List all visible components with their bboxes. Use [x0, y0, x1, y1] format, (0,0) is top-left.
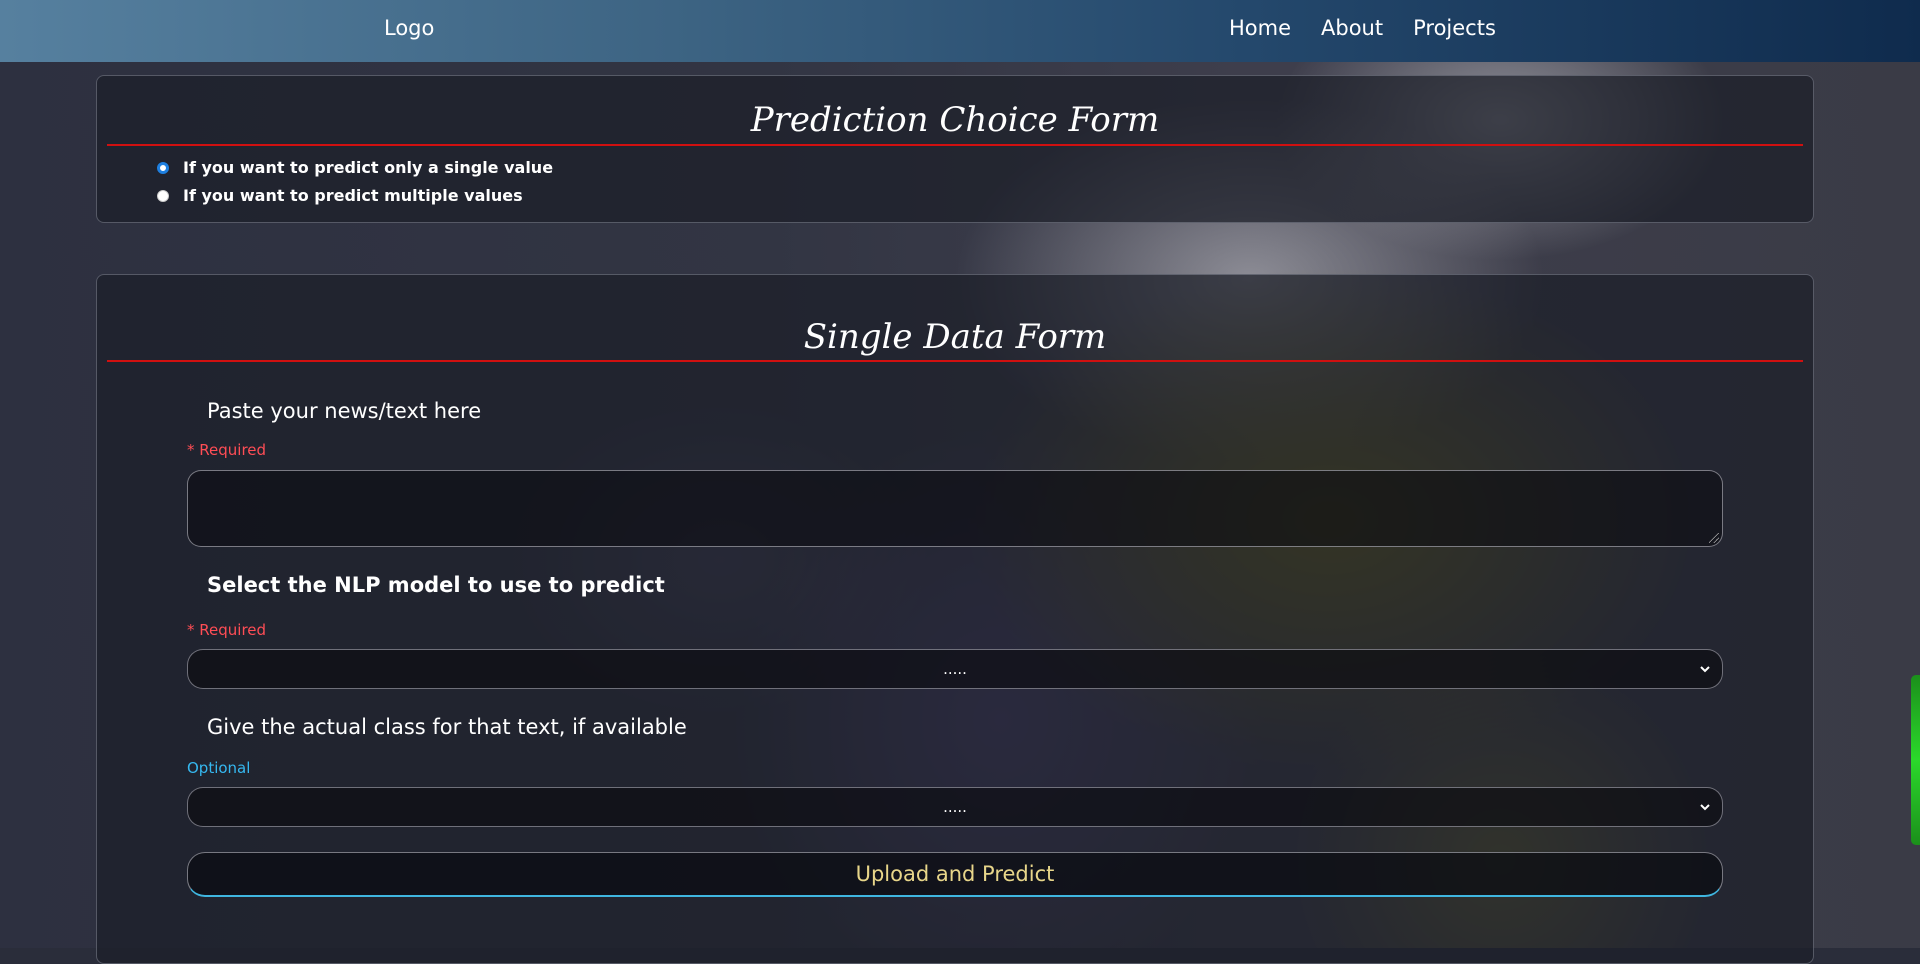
form-title: Single Data Form: [803, 317, 1107, 357]
radio-button-checked[interactable]: [157, 161, 169, 174]
nav-links: Home About Projects: [1229, 16, 1496, 40]
required-tag: * Required: [187, 441, 267, 459]
navbar: Logo Home About Projects: [0, 0, 1920, 62]
required-tag: * Required: [187, 621, 267, 639]
nav-link-projects[interactable]: Projects: [1413, 16, 1496, 40]
nav-link-home[interactable]: Home: [1229, 16, 1291, 40]
radio-multiple-values[interactable]: If you want to predict multiple values: [157, 186, 523, 205]
model-select-value: .....: [943, 660, 967, 678]
nav-link-about[interactable]: About: [1321, 16, 1383, 40]
chevron-down-icon: [1700, 804, 1710, 811]
class-select-label: Give the actual class for that text, if …: [207, 715, 687, 739]
title-divider: [107, 360, 1803, 362]
radio-label: If you want to predict multiple values: [183, 186, 523, 205]
scroll-indicator: [1911, 675, 1920, 845]
model-select-label: Select the NLP model to use to predict: [207, 573, 665, 597]
form-title: Prediction Choice Form: [750, 100, 1160, 140]
title-divider: [107, 144, 1803, 146]
chevron-down-icon: [1700, 666, 1710, 673]
upload-and-predict-button[interactable]: Upload and Predict: [187, 852, 1723, 897]
optional-tag: Optional: [187, 759, 251, 777]
prediction-choice-form: Prediction Choice Form If you want to pr…: [96, 75, 1814, 223]
resize-handle-icon[interactable]: [1709, 533, 1719, 543]
single-data-form: Single Data Form Paste your news/text he…: [96, 274, 1814, 964]
text-field-label: Paste your news/text here: [207, 399, 482, 423]
class-select[interactable]: .....: [187, 787, 1723, 827]
radio-button[interactable]: [157, 189, 169, 202]
radio-single-value[interactable]: If you want to predict only a single val…: [157, 158, 553, 177]
news-text-input[interactable]: [187, 470, 1723, 547]
model-select[interactable]: .....: [187, 649, 1723, 689]
class-select-value: .....: [943, 798, 967, 816]
radio-label: If you want to predict only a single val…: [183, 158, 554, 177]
logo[interactable]: Logo: [384, 16, 434, 40]
